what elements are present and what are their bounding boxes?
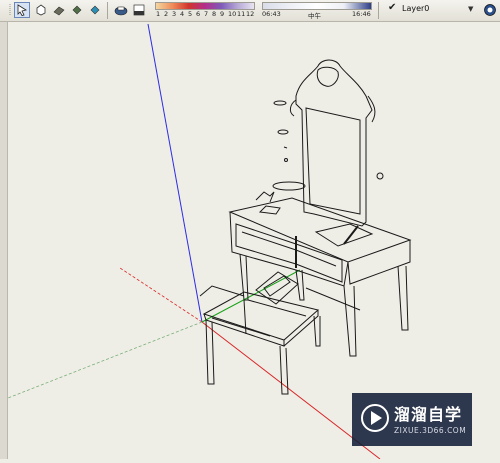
toolbar-separator [378,2,379,19]
month-label: 3 [172,10,177,18]
month-label: 6 [196,10,201,18]
time-end-label: 16:46 [352,10,371,18]
time-noon-label: 中午 [308,12,321,20]
layer-manager-button[interactable] [482,2,498,18]
time-slider[interactable] [262,2,372,10]
paint-bucket-button[interactable] [69,2,85,18]
red-axis-negative [119,267,203,323]
toolbar-separator [107,2,108,19]
style-icon [90,5,100,15]
month-label: 7 [204,10,209,18]
month-label: 5 [188,10,193,18]
layer-manager-icon [484,4,496,16]
paint-bucket-icon [72,5,82,15]
shadows-toggle-button[interactable] [113,2,129,18]
eraser-icon [53,6,65,16]
month-label: 8 [212,10,217,18]
month-label: 10 [228,10,237,18]
month-label: 11 [237,10,246,18]
month-label: 9 [220,10,225,18]
make-component-button[interactable] [33,2,49,18]
shadow-settings-button[interactable] [131,2,147,18]
watermark-url: ZIXUE.3D66.COM [394,426,467,435]
eraser-button[interactable] [51,2,67,18]
top-toolbar: 1 2 3 4 5 6 7 8 9 10 11 12 06:43 中午 16:4… [0,0,500,22]
layer-active-check-icon: ✔ [388,2,397,13]
style-button[interactable] [87,2,103,18]
watermark-badge: 溜溜自学 ZIXUE.3D66.COM [352,393,472,446]
layer-dropdown[interactable]: ✔ Layer0 ▼ [386,2,478,18]
layer-name: Layer0 [402,4,430,13]
make-component-icon [36,4,46,16]
select-tool-button[interactable] [14,2,30,18]
shadows-toggle-icon [114,6,128,16]
month-label: 1 [156,10,161,18]
month-label: 4 [180,10,185,18]
play-logo-icon [361,404,389,432]
shadow-settings-icon [133,4,145,16]
select-tool-icon [17,4,28,16]
month-label: 2 [164,10,169,18]
blue-axis [147,23,203,323]
left-tool-palette [0,22,8,459]
dressing-table-model[interactable] [199,59,412,395]
time-start-label: 06:43 [262,10,281,18]
green-axis-negative [7,321,203,399]
chevron-down-icon: ▼ [468,5,474,13]
month-slider[interactable] [155,2,255,10]
watermark-title: 溜溜自学 [394,405,463,424]
month-label: 12 [246,10,255,18]
